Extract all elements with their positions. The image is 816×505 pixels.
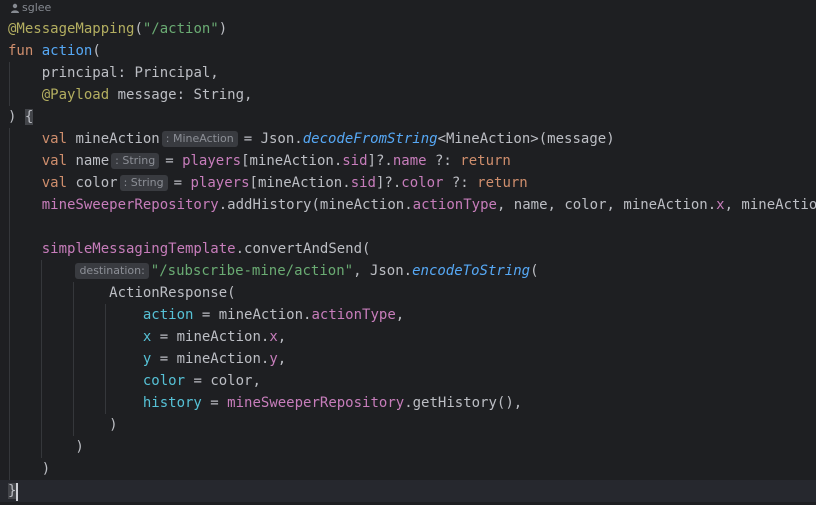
- code-line[interactable]: destination: "/subscribe-mine/action", Js…: [0, 260, 816, 282]
- code-line[interactable]: fun action(: [0, 40, 816, 62]
- property: color: [401, 175, 444, 191]
- text-caret: [16, 483, 18, 501]
- named-argument: x: [142, 329, 152, 345]
- string-literal: "/action": [142, 21, 219, 37]
- identifier: mineAction: [176, 329, 261, 345]
- code-line[interactable]: simpleMessagingTemplate.convertAndSend(: [0, 238, 816, 260]
- property: x: [716, 197, 725, 213]
- code-editor[interactable]: sglee @MessageMapping("/action") fun act…: [0, 0, 816, 505]
- property: actionType: [311, 307, 396, 323]
- parameter-name: message: [117, 87, 177, 103]
- code-line[interactable]: [0, 216, 816, 238]
- keyword: val: [41, 131, 68, 147]
- identifier: mineAction: [741, 197, 816, 213]
- function-call: addHistory: [227, 197, 312, 213]
- code-line[interactable]: val color: String = players[mineAction.si…: [0, 172, 816, 194]
- code-line[interactable]: x = mineAction.x,: [0, 326, 816, 348]
- identifier: mineAction: [319, 197, 405, 213]
- function-call: getHistory: [412, 395, 497, 411]
- identifier: mineAction: [176, 351, 261, 367]
- type-hint[interactable]: : MineAction: [161, 131, 238, 147]
- code-line[interactable]: ) {: [0, 106, 816, 128]
- code-line[interactable]: y = mineAction.y,: [0, 348, 816, 370]
- code-line[interactable]: ): [0, 414, 816, 436]
- type-name: String: [193, 87, 245, 103]
- parameter-hint[interactable]: destination:: [75, 263, 149, 279]
- property: actionType: [412, 197, 497, 213]
- keyword: fun: [8, 43, 34, 59]
- code-line[interactable]: ): [0, 458, 816, 480]
- property: players: [182, 153, 242, 169]
- property: mineSweeperRepository: [41, 197, 219, 213]
- named-argument: history: [142, 395, 202, 411]
- variable-name: mineAction: [75, 131, 160, 147]
- property: x: [269, 329, 278, 345]
- code-line[interactable]: action = mineAction.actionType,: [0, 304, 816, 326]
- identifier: message: [547, 131, 607, 147]
- code-line[interactable]: @MessageMapping("/action"): [0, 18, 816, 40]
- type-hint[interactable]: : String: [111, 153, 160, 169]
- identifier: mineAction: [249, 153, 334, 169]
- code-line[interactable]: val name: String = players[mineAction.sid…: [0, 150, 816, 172]
- code-line[interactable]: val mineAction: MineAction = Json.decodeF…: [0, 128, 816, 150]
- code-line[interactable]: ): [0, 436, 816, 458]
- code-line[interactable]: @Payload message: String,: [0, 84, 816, 106]
- code-line[interactable]: mineSweeperRepository.addHistory(mineAct…: [0, 194, 816, 216]
- identifier: mineAction: [623, 197, 708, 213]
- annotation: @Payload: [41, 87, 110, 103]
- property: sid: [350, 175, 376, 191]
- matched-brace: {: [24, 109, 34, 125]
- code-author-hint[interactable]: sglee: [0, 0, 816, 16]
- property: simpleMessagingTemplate: [41, 241, 236, 257]
- keyword: val: [41, 175, 68, 191]
- author-name: sglee: [22, 1, 52, 14]
- function-name: action: [41, 43, 93, 59]
- identifier: color: [210, 373, 253, 389]
- type-name: Principal: [134, 65, 211, 81]
- code-line[interactable]: principal: Principal,: [0, 62, 816, 84]
- code-line[interactable]: history = mineSweeperRepository.getHisto…: [0, 392, 816, 414]
- user-icon: [11, 3, 19, 13]
- function-call: encodeToString: [412, 263, 531, 279]
- parameter-name: principal: [41, 65, 118, 81]
- variable-name: color: [75, 175, 118, 191]
- property: players: [190, 175, 250, 191]
- identifier: mineAction: [257, 175, 343, 191]
- named-argument: color: [142, 373, 186, 389]
- identifier: color: [564, 197, 607, 213]
- class-name: ActionResponse: [109, 285, 228, 301]
- class-name: Json: [260, 131, 295, 147]
- named-argument: action: [142, 307, 194, 323]
- function-call: decodeFromString: [302, 131, 438, 147]
- keyword: val: [41, 153, 68, 169]
- property: y: [269, 351, 278, 367]
- keyword: return: [477, 175, 528, 191]
- identifier: mineAction: [218, 307, 304, 323]
- variable-name: name: [75, 153, 110, 169]
- annotation: @MessageMapping: [8, 21, 135, 37]
- named-argument: y: [142, 351, 152, 367]
- class-name: Json: [369, 263, 404, 279]
- keyword: return: [460, 153, 511, 169]
- type-argument: <MineAction>: [437, 131, 539, 147]
- current-code-line[interactable]: }: [0, 480, 816, 502]
- property: name: [392, 153, 427, 169]
- identifier: name: [513, 197, 548, 213]
- string-literal: "/subscribe-mine/action": [150, 263, 354, 279]
- property: mineSweeperRepository: [227, 395, 405, 411]
- function-call: convertAndSend: [244, 241, 363, 257]
- type-hint[interactable]: : String: [119, 175, 168, 191]
- property: sid: [342, 153, 368, 169]
- code-line[interactable]: color = color,: [0, 370, 816, 392]
- code-line[interactable]: ActionResponse(: [0, 282, 816, 304]
